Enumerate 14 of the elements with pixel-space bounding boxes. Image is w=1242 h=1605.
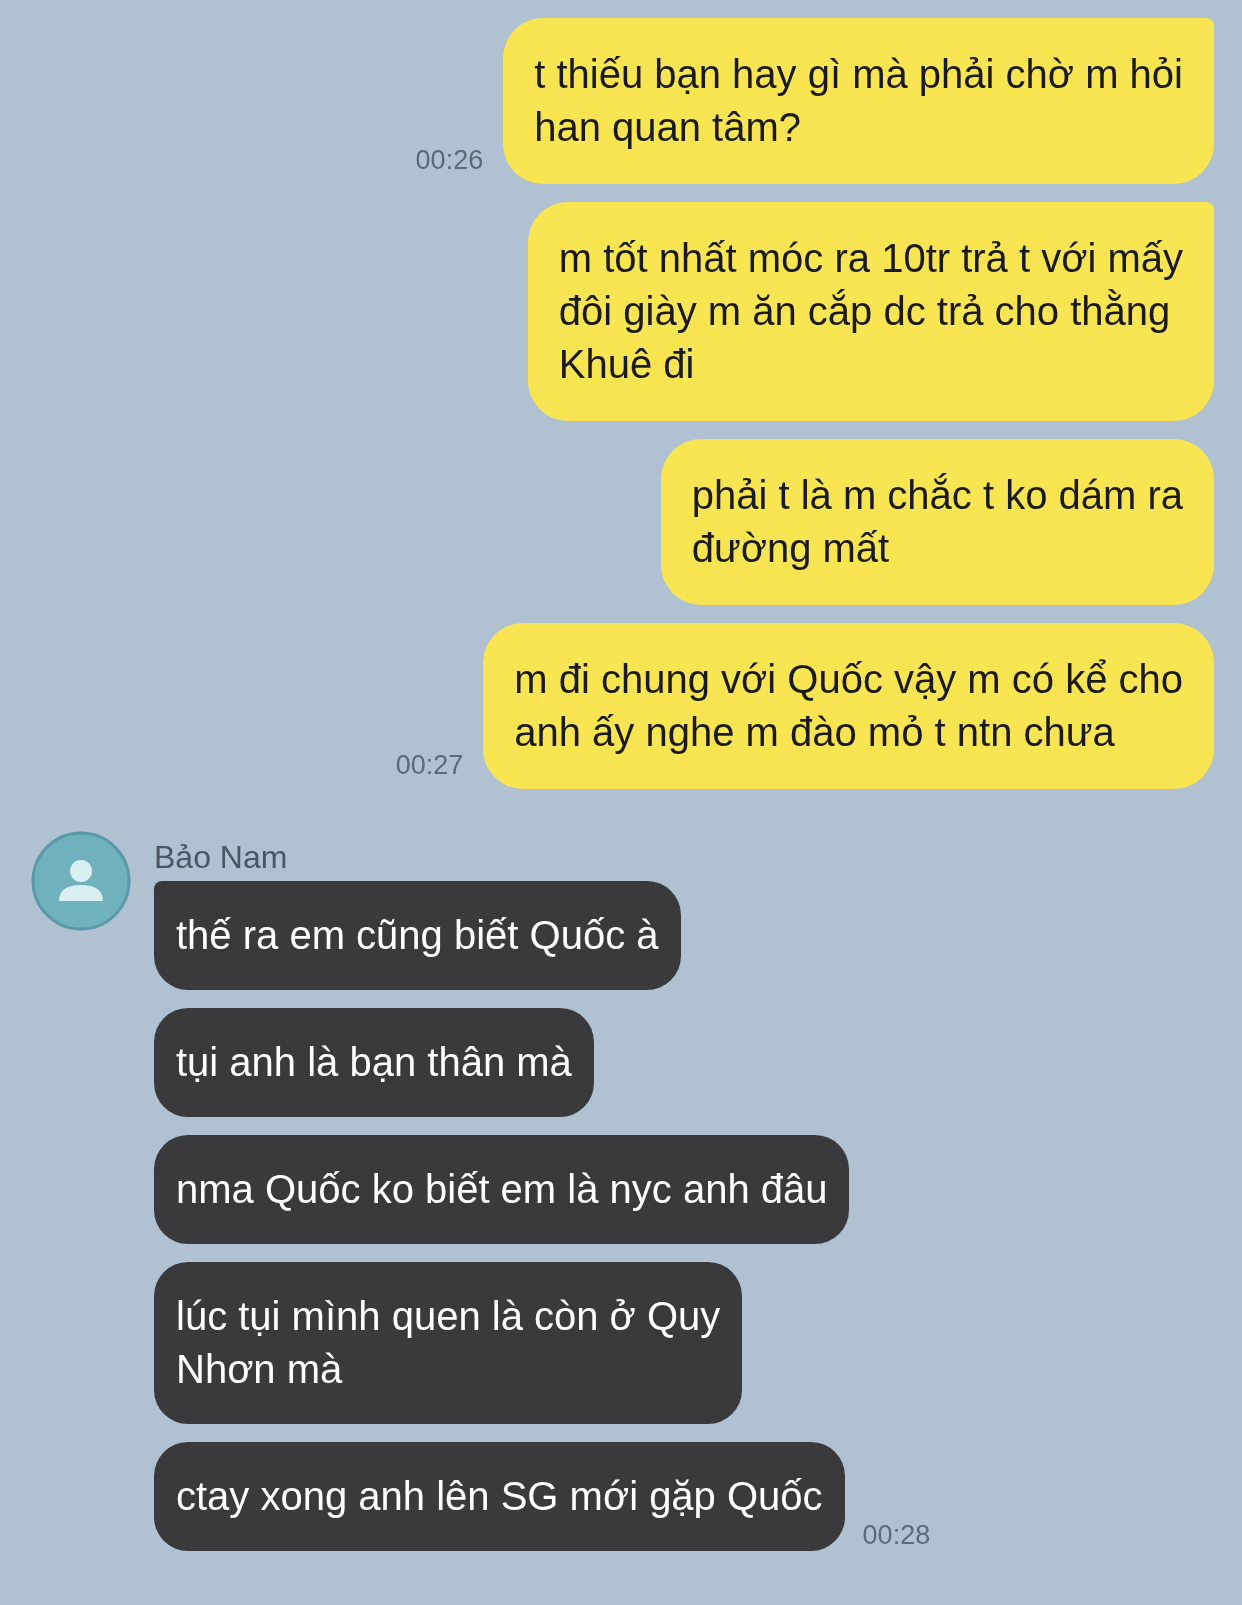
message-bubble: ctay xong anh lên SG mới gặp Quốc [154,1442,845,1551]
message-bubble: t thiếu bạn hay gì mà phải chờ m hỏi han quan tâm? [503,18,1214,184]
message-bubble: lúc tụi mình quen là còn ở Quy Nhơn mà [154,1262,743,1424]
message-bubble: phải t là m chắc t ko dám ra đường mất [660,439,1214,605]
message-bubble: m tốt nhất móc ra 10tr trả t với mấy đôi giày m ăn cắp dc trả cho thằng Khuê đi [527,202,1214,421]
message-bubble: tụi anh là bạn thân mà [154,1008,594,1117]
message-time: 00:26 [415,143,484,177]
avatar-icon [31,831,131,931]
message-bubble: thế ra em cũng biết Quốc à [154,881,681,990]
message-time: 00:28 [862,1518,931,1552]
message-bubble: m đi chung với Quốc vậy m có kể cho anh ấy nghe m đào mỏ t ntn chưa [483,623,1214,789]
message-bubble: nma Quốc ko biết em là nyc anh đâu [154,1135,850,1244]
message-time: 00:27 [395,748,464,782]
sender-name: Bảo Nam [154,838,288,877]
